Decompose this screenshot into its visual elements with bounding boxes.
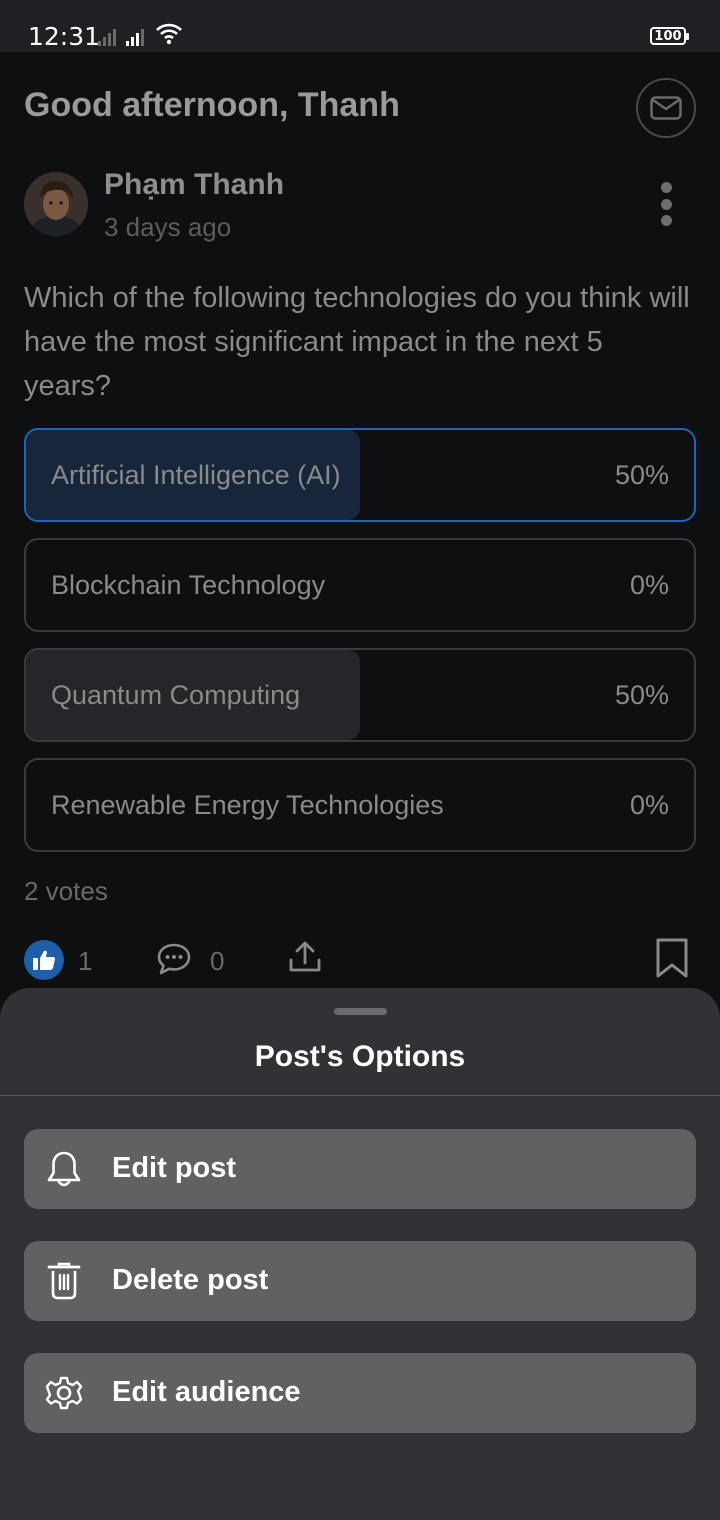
poll-option-percent: 50% (614, 460, 669, 490)
poll-option-percent: 0% (629, 570, 669, 600)
edit-audience-button[interactable]: Edit audience (24, 1353, 696, 1433)
mail-button[interactable] (636, 78, 696, 138)
poll-option[interactable]: Blockchain Technology 0% (24, 538, 696, 632)
poll-option-label: Renewable Energy Technologies (51, 790, 444, 820)
more-dot (660, 215, 672, 226)
comment-icon[interactable] (156, 942, 192, 976)
author-name[interactable]: Phạm Thanh (104, 168, 284, 202)
more-dot (660, 198, 672, 210)
trash-icon (47, 1262, 81, 1300)
menu-item-label: Edit post (112, 1152, 237, 1184)
poll-option-label: Blockchain Technology (51, 570, 326, 600)
more-options-button[interactable] (650, 178, 682, 230)
comment-count: 0 (210, 946, 225, 976)
edit-post-button[interactable]: Edit post (24, 1129, 696, 1209)
poll-option-percent: 50% (614, 680, 669, 710)
poll-option[interactable]: Quantum Computing 50% (24, 648, 696, 742)
poll-option[interactable]: Artificial Intelligence (AI) 50% (24, 428, 696, 522)
bell-icon (47, 1151, 81, 1187)
poll-option-label: Quantum Computing (51, 680, 301, 710)
status-time: 12:31 (28, 22, 101, 51)
battery-level: 100 (654, 28, 682, 44)
delete-post-button[interactable]: Delete post (24, 1241, 696, 1321)
gear-icon (45, 1376, 83, 1410)
divider (0, 1095, 720, 1096)
wifi-icon (156, 23, 182, 45)
vote-count: 2 votes (24, 876, 108, 906)
poll-option-label: Artificial Intelligence (AI) (51, 460, 341, 490)
avatar[interactable] (24, 172, 88, 236)
signal-icon (98, 28, 116, 46)
thumbs-up-icon (33, 950, 55, 970)
post-timestamp: 3 days ago (104, 212, 232, 242)
menu-item-label: Edit audience (112, 1376, 301, 1408)
poll-option-percent: 0% (629, 790, 669, 820)
share-icon[interactable] (288, 940, 322, 974)
sheet-drag-handle[interactable] (334, 1008, 387, 1015)
like-button[interactable] (24, 940, 64, 980)
mail-icon (650, 96, 682, 120)
poll-option[interactable]: Renewable Energy Technologies 0% (24, 758, 696, 852)
bookmark-icon[interactable] (654, 936, 690, 980)
avatar-image (24, 172, 88, 236)
menu-item-label: Delete post (112, 1264, 269, 1296)
sheet-title: Post's Options (254, 1040, 466, 1073)
battery-indicator: 100 (650, 27, 689, 45)
poll-question: Which of the following technologies do y… (24, 282, 690, 402)
status-bar: 12:31 100 (0, 0, 720, 52)
post-options-sheet: Post's Options Edit post Delete post Edi… (0, 988, 720, 1520)
more-dot (660, 182, 672, 193)
like-count: 1 (78, 946, 93, 976)
signal-icon (126, 28, 144, 46)
page-title: Good afternoon, Thanh (24, 86, 400, 124)
